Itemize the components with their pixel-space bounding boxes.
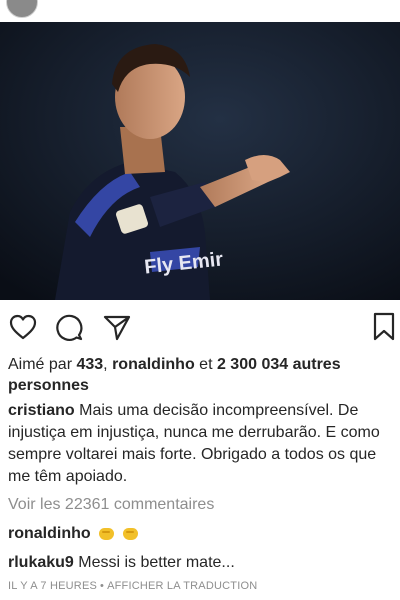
view-all-comments-link[interactable]: Voir les 22361 commentaires bbox=[8, 496, 214, 514]
save-button[interactable] bbox=[372, 312, 400, 342]
post-timestamp: IL Y A 7 HEURES bbox=[8, 580, 98, 592]
clap-emoji-icon bbox=[122, 527, 138, 540]
avatar[interactable] bbox=[6, 0, 38, 18]
action-bar bbox=[0, 312, 400, 342]
comment-text: Messi is better mate... bbox=[78, 554, 235, 571]
comment-username[interactable]: rlukaku9 bbox=[8, 554, 74, 571]
meta-separator: • bbox=[100, 580, 105, 592]
comment-username[interactable]: ronaldinho bbox=[8, 525, 91, 542]
post-meta: IL Y A 7 HEURES • AFFICHER LA TRADUCTION bbox=[8, 580, 257, 592]
clap-emoji-icon bbox=[99, 527, 115, 540]
post-image[interactable]: Fly Emir bbox=[0, 22, 400, 300]
share-button[interactable] bbox=[102, 312, 132, 342]
likes-prefix: Aimé par bbox=[8, 356, 77, 373]
liked-by-user[interactable]: ronaldinho bbox=[112, 356, 195, 373]
see-translation-link[interactable]: AFFICHER LA TRADUCTION bbox=[107, 580, 257, 592]
likes-count: 433 bbox=[76, 356, 104, 373]
post-header-strip bbox=[0, 0, 400, 22]
heart-icon bbox=[9, 314, 37, 340]
likes-and: et bbox=[194, 356, 217, 373]
comment-button[interactable] bbox=[54, 312, 84, 342]
comment-item: ronaldinho bbox=[8, 523, 392, 545]
post-caption: cristiano Mais uma decisão incompreensív… bbox=[8, 400, 392, 488]
share-icon bbox=[103, 315, 131, 341]
comment-item: rlukaku9 Messi is better mate... bbox=[8, 552, 392, 574]
like-button[interactable] bbox=[8, 312, 38, 342]
likes-summary[interactable]: Aimé par 433, ronaldinho et 2 300 034 au… bbox=[8, 354, 392, 396]
likes-sep: , bbox=[103, 356, 113, 373]
bookmark-icon bbox=[373, 312, 395, 341]
comment-icon bbox=[56, 314, 83, 341]
post-photo: Fly Emir bbox=[0, 22, 400, 300]
caption-username[interactable]: cristiano bbox=[8, 402, 75, 419]
